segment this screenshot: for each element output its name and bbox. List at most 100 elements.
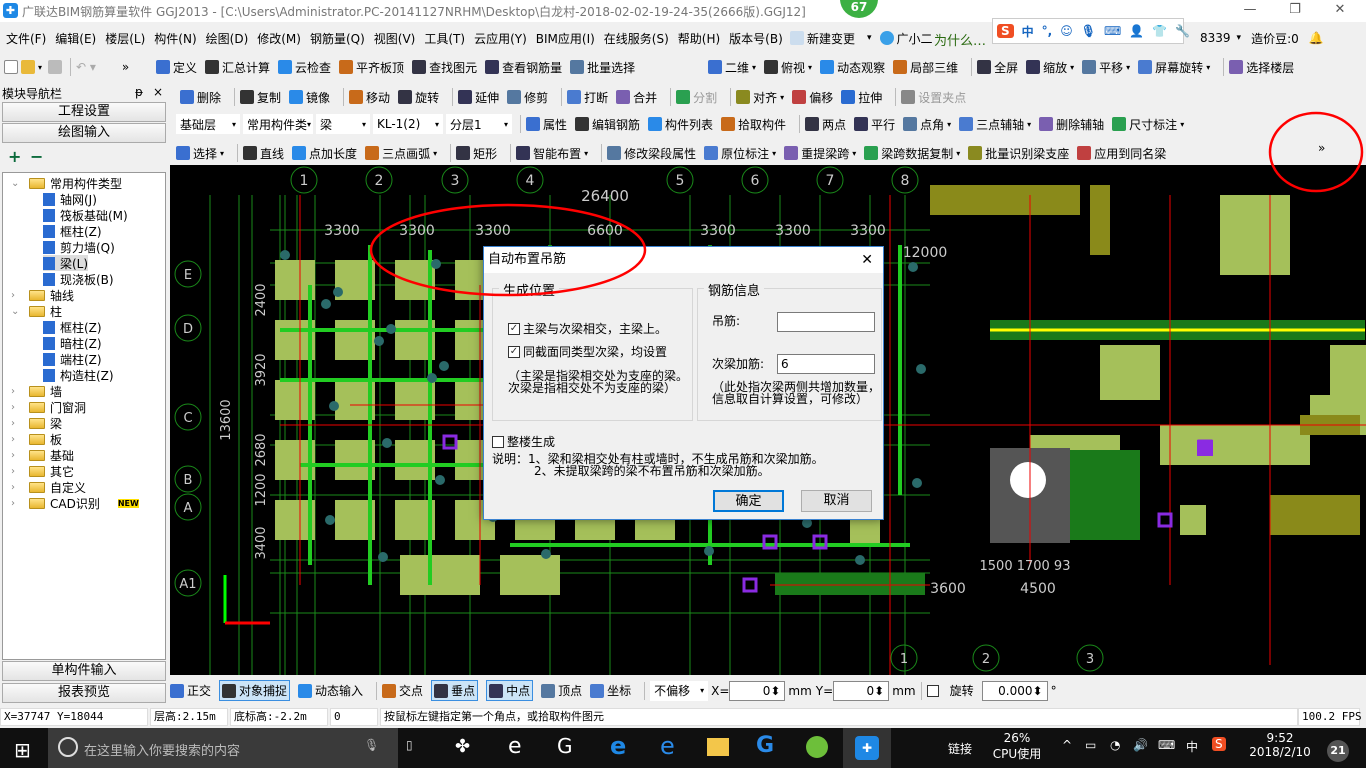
same-section-checkbox[interactable]: ✓ 同截面同类型次梁，均设置 — [508, 343, 667, 360]
toolbar-button[interactable]: 俯视 ▾ — [764, 59, 812, 76]
tree-item[interactable]: 框柱(Z) — [43, 223, 102, 239]
menu-item[interactable]: 编辑(E) — [55, 30, 96, 47]
toolbar-button[interactable]: 三点辅轴 ▾ — [959, 116, 1031, 133]
menu-item[interactable]: 绘图(D) — [206, 30, 249, 47]
toolbar-button[interactable]: 矩形 — [456, 145, 497, 162]
toolbar-button[interactable]: 重提梁跨 ▾ — [784, 145, 856, 162]
ime-lang[interactable]: 中 — [1022, 23, 1034, 40]
toolbar-button[interactable]: 应用到同名梁 — [1077, 145, 1166, 162]
chevron-down-icon[interactable]: ▾ — [772, 149, 776, 158]
snap-toggle[interactable]: 交点 — [382, 682, 423, 699]
volume-icon[interactable]: 🔊 — [1133, 738, 1148, 752]
file-explorer-icon[interactable] — [707, 738, 729, 756]
collapse-all-icon[interactable]: − — [30, 147, 43, 166]
mic-icon[interactable]: 🎙 — [1081, 24, 1096, 38]
component-select[interactable]: KL-1(2) ▾ — [373, 114, 443, 134]
toolbar-button[interactable]: 合并 — [616, 89, 657, 106]
tree-folder[interactable]: › 轴线 — [11, 287, 74, 303]
open-folder-icon[interactable] — [21, 60, 35, 74]
chevron-down-icon[interactable]: ▾ — [956, 149, 960, 158]
close-button[interactable]: ✕ — [1320, 2, 1360, 20]
menu-item[interactable]: 构件(N) — [154, 30, 196, 47]
menu-item[interactable]: 钢筋量(Q) — [310, 30, 365, 47]
bell-icon[interactable]: 🔔 — [1309, 31, 1324, 45]
tree-item[interactable]: 端柱(Z) — [43, 351, 102, 367]
expand-all-icon[interactable]: + — [8, 147, 21, 166]
tree-folder[interactable]: › 板 — [11, 431, 62, 447]
cancel-button[interactable]: 取消 — [801, 490, 872, 512]
user-icon[interactable]: 👤 — [1129, 24, 1144, 38]
ok-button[interactable]: 确定 — [713, 490, 784, 512]
chevron-down-icon[interactable]: ▾ — [1180, 120, 1184, 129]
report-preview-button[interactable]: 报表预览 — [2, 683, 166, 703]
tray-chevron-icon[interactable]: ^ — [1062, 738, 1072, 752]
glodon-g-icon[interactable]: G — [756, 733, 774, 758]
toolbar-button[interactable]: 智能布置 ▾ — [516, 145, 588, 162]
chevron-down-icon[interactable]: ▾ — [752, 63, 756, 72]
menu-item[interactable]: 云应用(Y) — [474, 30, 527, 47]
toolbar-button[interactable]: 局部三维 — [893, 59, 958, 76]
toolbar-button[interactable]: 选择 ▾ — [176, 145, 224, 162]
toolbar-button[interactable]: 点角 ▾ — [903, 116, 951, 133]
toolbar-button[interactable]: 屏幕旋转 ▾ — [1138, 59, 1210, 76]
keyboard-icon[interactable]: ⌨ — [1104, 24, 1121, 38]
undo-icon[interactable]: ↶ ▾ — [76, 60, 96, 74]
toolbar-button[interactable]: 原位标注 ▾ — [704, 145, 776, 162]
mic-icon[interactable]: 🎙 — [364, 738, 379, 752]
toolbar-button[interactable]: 修剪 — [507, 89, 548, 106]
tree-folder[interactable]: ⌄ 柱 — [11, 303, 62, 319]
snap-toggle[interactable]: 坐标 — [590, 682, 631, 699]
save-icon[interactable] — [48, 60, 63, 74]
keyboard-icon[interactable]: ⌨ — [1158, 738, 1175, 752]
edge-icon[interactable]: e — [610, 732, 626, 760]
tree-folder[interactable]: › 墙 — [11, 383, 62, 399]
rotate-checkbox[interactable] — [926, 684, 939, 697]
toolbar-button[interactable]: 选择楼层 — [1229, 59, 1294, 76]
chevron-right-icon[interactable]: › — [11, 418, 21, 429]
sogou-tray-icon[interactable]: S — [1212, 737, 1226, 751]
menu-item[interactable]: 工具(T) — [424, 30, 465, 47]
ad-text[interactable]: 为什么… — [934, 30, 986, 49]
tree-folder[interactable]: › 梁 — [11, 415, 62, 431]
menu-item[interactable]: 在线服务(S) — [604, 30, 669, 47]
taskbar-search[interactable]: 在这里输入你要搜索的内容 🎙 — [48, 728, 398, 768]
toolbar-button[interactable]: 分割 — [676, 89, 717, 106]
chevron-right-icon[interactable]: › — [11, 434, 21, 445]
floor-select[interactable]: 基础层 ▾ — [176, 114, 240, 134]
chevron-down-icon[interactable]: ▾ — [1126, 63, 1130, 72]
chevron-right-icon[interactable]: › — [11, 498, 21, 509]
tree-item[interactable]: 暗柱(Z) — [43, 335, 102, 351]
toolbar-button[interactable]: 查找图元 — [412, 59, 477, 76]
chevron-right-icon[interactable]: › — [11, 450, 21, 461]
drawing-input-button[interactable]: 绘图输入 — [2, 123, 166, 143]
toolbar-button[interactable]: 复制 — [240, 89, 281, 106]
wrench-icon[interactable]: 🔧 — [1175, 24, 1190, 38]
toolbar-button[interactable]: 镜像 — [289, 89, 330, 106]
toolbar-button[interactable]: 移动 — [349, 89, 390, 106]
chevron-right-icon[interactable]: › — [11, 482, 21, 493]
toolbar-overflow-icon[interactable]: » — [122, 60, 129, 74]
toolbar-button[interactable]: 批量识别梁支座 — [968, 145, 1069, 162]
rotate-angle-input[interactable]: 0.000 ⬍ — [981, 680, 1048, 701]
hanger-input[interactable] — [777, 312, 875, 332]
chevron-down-icon[interactable]: ▾ — [780, 93, 784, 102]
main-beam-checkbox[interactable]: ✓ 主梁与次梁相交，主梁上。 — [508, 320, 667, 337]
tree-folder[interactable]: › 其它 — [11, 463, 74, 479]
chevron-right-icon[interactable]: › — [11, 402, 21, 413]
menu-item[interactable]: 文件(F) — [6, 30, 46, 47]
restore-button[interactable]: ❐ — [1275, 2, 1315, 20]
chevron-down-icon[interactable]: ▾ — [1070, 63, 1074, 72]
snap-toggle[interactable]: 正交 — [170, 682, 211, 699]
toolbar-button[interactable]: 属性 — [526, 116, 567, 133]
chevron-down-icon[interactable]: ⌄ — [11, 306, 21, 317]
nav-close-icon[interactable]: × — [153, 85, 163, 99]
tree-item[interactable]: 筏板基础(M) — [43, 207, 128, 223]
skin-icon[interactable]: 👕 — [1152, 24, 1167, 38]
task-view-icon[interactable]: ▯ — [406, 738, 413, 752]
toolbar-button[interactable]: 定义 — [156, 59, 197, 76]
chevron-right-icon[interactable]: › — [11, 466, 21, 477]
toolbar-button[interactable]: 汇总计算 — [205, 59, 270, 76]
chevron-down-icon[interactable]: ⌄ — [11, 178, 21, 189]
type-select[interactable]: 梁 ▾ — [316, 114, 370, 134]
category-select[interactable]: 常用构件类 ▾ — [243, 114, 313, 134]
